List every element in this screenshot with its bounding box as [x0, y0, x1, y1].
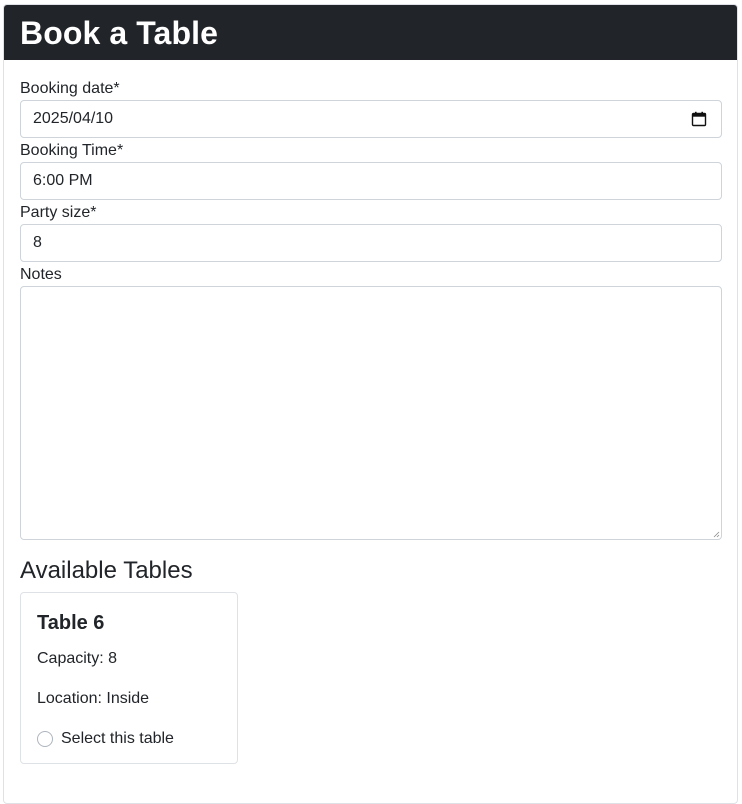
booking-form: Booking date* 2025/04/10 Booking Time* 6… [4, 60, 737, 764]
table-card: Table 6 Capacity: 8 Location: Inside Sel… [20, 592, 238, 764]
select-table-label[interactable]: Select this table [61, 729, 174, 749]
calendar-icon[interactable] [691, 111, 707, 127]
table-capacity: Capacity: 8 [37, 650, 118, 667]
select-table-option[interactable]: Select this table [37, 729, 221, 749]
booking-date-label: Booking date* [20, 80, 120, 97]
party-size-input[interactable]: 8 [20, 224, 722, 262]
party-size-label: Party size* [20, 204, 97, 221]
party-size-value: 8 [33, 234, 42, 251]
notes-textarea[interactable] [20, 286, 722, 540]
available-tables-heading: Available Tables [20, 557, 193, 584]
table-location: Location: Inside [37, 690, 150, 707]
select-table-radio[interactable] [37, 731, 53, 747]
booking-time-label: Booking Time* [20, 142, 124, 159]
booking-time-input[interactable]: 6:00 PM [20, 162, 722, 200]
resize-grip-icon[interactable] [712, 530, 720, 538]
notes-label: Notes [20, 266, 62, 283]
booking-date-input[interactable]: 2025/04/10 [20, 100, 722, 138]
booking-date-value: 2025/04/10 [33, 110, 114, 127]
booking-time-value: 6:00 PM [33, 172, 93, 189]
booking-card: Book a Table Booking date* 2025/04/10 Bo… [3, 4, 738, 804]
card-header: Book a Table [4, 5, 737, 60]
page-title: Book a Table [20, 14, 218, 51]
table-name: Table 6 [37, 612, 105, 634]
